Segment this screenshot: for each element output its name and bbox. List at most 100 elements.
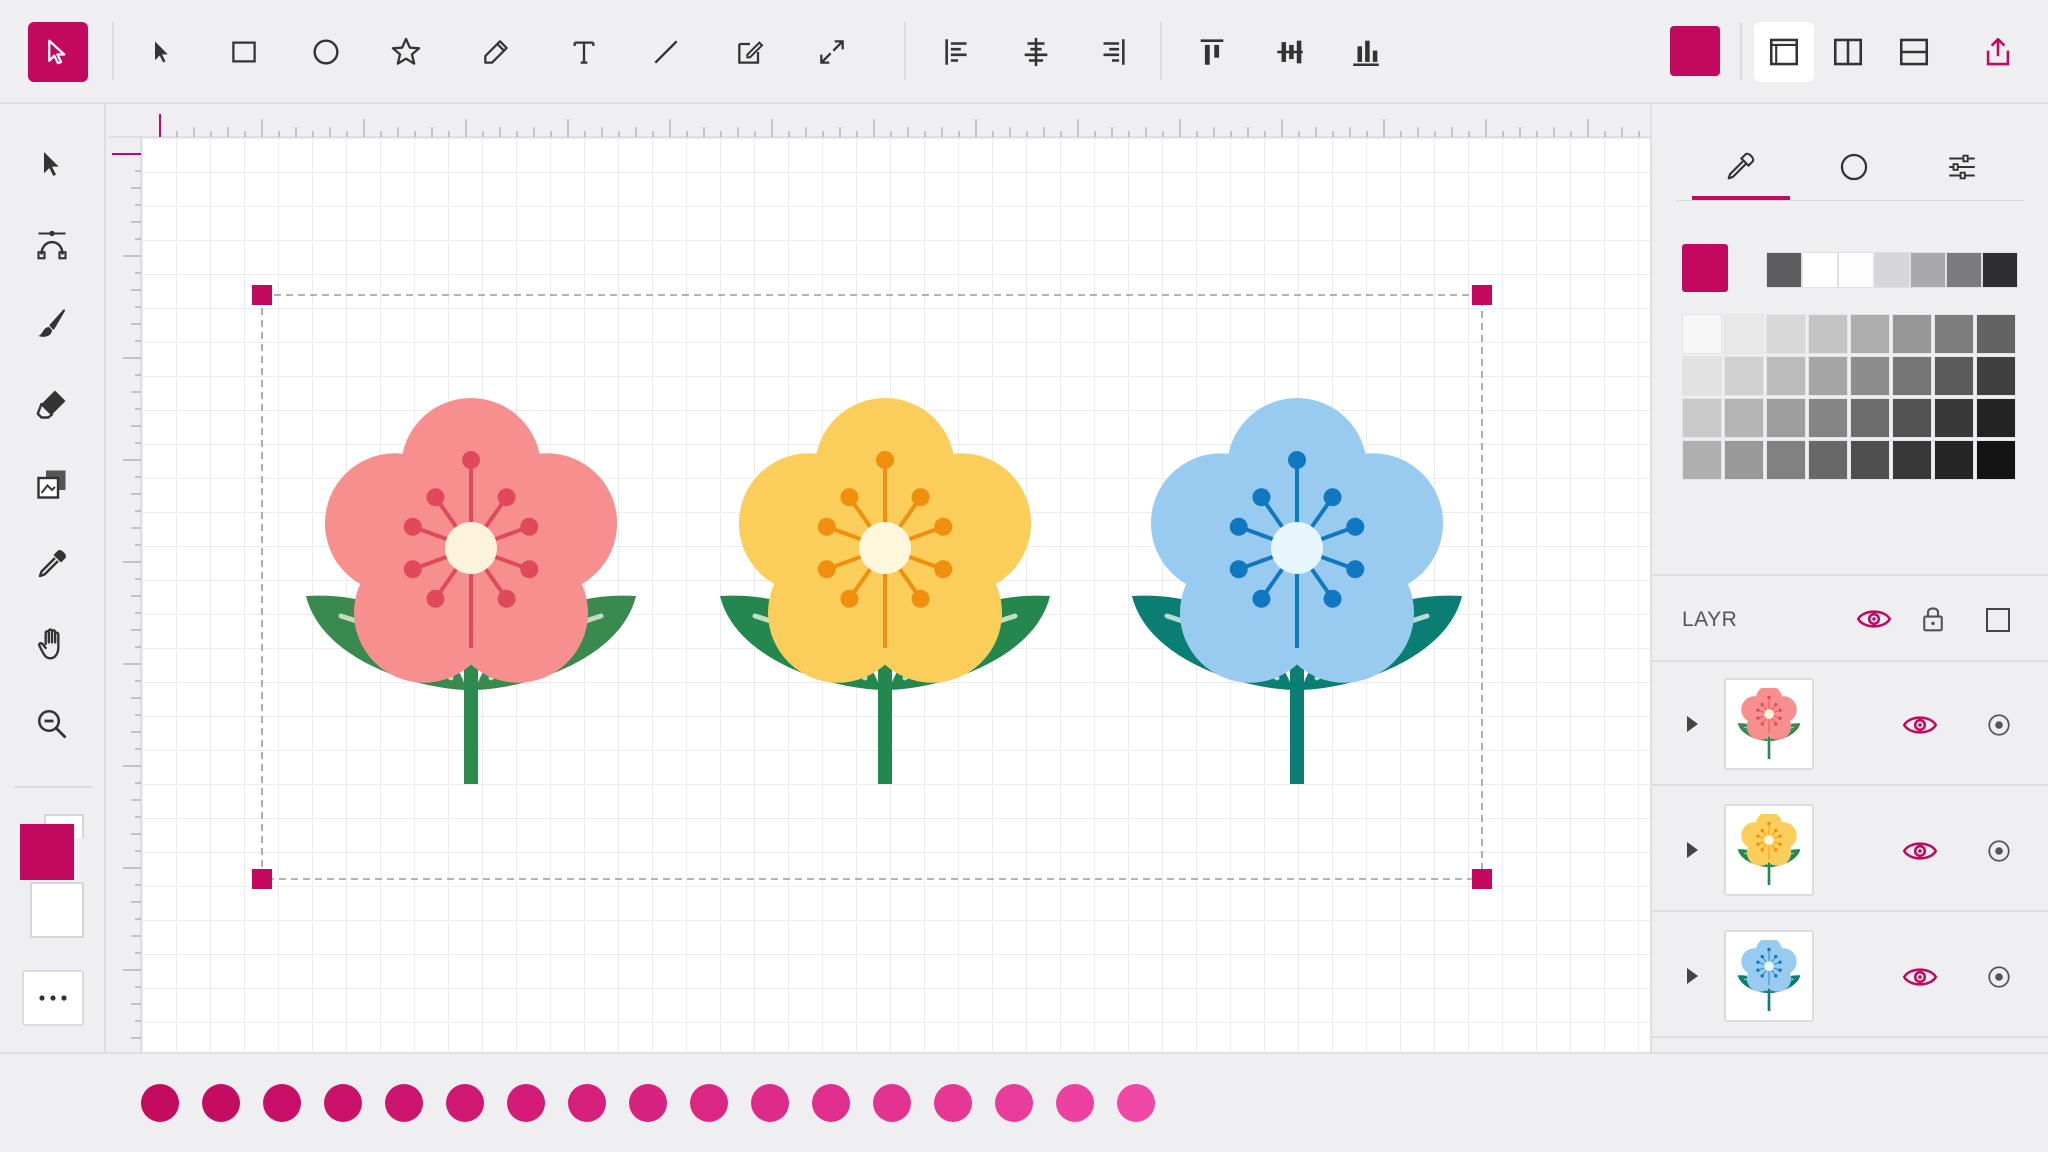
arrow-tool-button[interactable] [134, 24, 190, 80]
palette-color-dot[interactable] [1056, 1084, 1094, 1122]
grid-swatch[interactable] [1808, 398, 1848, 438]
canvas[interactable] [142, 138, 1650, 1052]
foreground-color-swatch[interactable] [20, 824, 74, 880]
grid-swatch[interactable] [1766, 440, 1806, 480]
star-tool-button[interactable] [378, 24, 434, 80]
left-zoom-tool[interactable] [20, 692, 84, 756]
more-tools-button[interactable] [22, 970, 84, 1026]
grid-swatch[interactable] [1892, 398, 1932, 438]
left-brush-tool[interactable] [20, 292, 84, 356]
grid-swatch[interactable] [1682, 356, 1722, 396]
selection-handle-top-left[interactable] [252, 285, 272, 305]
edit-shape-tool-button[interactable] [722, 24, 778, 80]
expand-layer-toggle[interactable] [1684, 714, 1700, 734]
selection-handle-bottom-left[interactable] [252, 869, 272, 889]
left-select-tool[interactable] [20, 132, 84, 196]
layers-lock-toggle[interactable] [1920, 604, 1946, 634]
grid-swatch[interactable] [1976, 440, 2016, 480]
grid-swatch[interactable] [1808, 356, 1848, 396]
tab-color-picker[interactable] [1692, 136, 1788, 198]
select-tool-button[interactable] [28, 22, 88, 82]
grid-swatch[interactable] [1850, 356, 1890, 396]
grid-swatch[interactable] [1724, 314, 1764, 354]
grid-swatch[interactable] [1850, 398, 1890, 438]
palette-color-dot[interactable] [934, 1084, 972, 1122]
pen-tool-button[interactable] [468, 24, 524, 80]
left-hand-tool[interactable] [20, 612, 84, 676]
grid-swatch[interactable] [1850, 314, 1890, 354]
layer-target-toggle[interactable] [1986, 964, 2012, 990]
blue-flower[interactable] [1132, 398, 1462, 784]
grid-swatch[interactable] [1892, 356, 1932, 396]
grid-swatch[interactable] [1808, 314, 1848, 354]
grid-swatch[interactable] [1934, 314, 1974, 354]
layer-target-toggle[interactable] [1986, 838, 2012, 864]
grid-swatch[interactable] [1766, 398, 1806, 438]
selection-handle-bottom-right[interactable] [1472, 869, 1492, 889]
yellow-flower[interactable] [720, 398, 1050, 784]
expand-layer-toggle[interactable] [1684, 966, 1700, 986]
quick-swatch[interactable] [1838, 252, 1874, 288]
align-center-button[interactable] [1008, 24, 1064, 80]
quick-swatch[interactable] [1910, 252, 1946, 288]
layout-split-horizontal-button[interactable] [1886, 24, 1942, 80]
grid-swatch[interactable] [1682, 440, 1722, 480]
align-right-button[interactable] [1084, 24, 1140, 80]
pink-flower[interactable] [306, 398, 636, 784]
align-bottom-button[interactable] [1338, 24, 1394, 80]
grid-swatch[interactable] [1892, 440, 1932, 480]
grid-swatch[interactable] [1724, 356, 1764, 396]
palette-color-dot[interactable] [690, 1084, 728, 1122]
grid-swatch[interactable] [1934, 356, 1974, 396]
ellipse-tool-button[interactable] [298, 24, 354, 80]
palette-color-dot[interactable] [202, 1084, 240, 1122]
quick-swatch[interactable] [1946, 252, 1982, 288]
palette-color-dot[interactable] [629, 1084, 667, 1122]
align-left-button[interactable] [930, 24, 986, 80]
layer-target-toggle[interactable] [1986, 712, 2012, 738]
selection-handle-top-right[interactable] [1472, 285, 1492, 305]
expand-layer-toggle[interactable] [1684, 840, 1700, 860]
grid-swatch[interactable] [1976, 356, 2016, 396]
blue-flower-layer[interactable] [1652, 914, 2048, 1038]
grid-swatch[interactable] [1682, 314, 1722, 354]
layer-visibility-toggle[interactable] [1902, 710, 1938, 740]
grid-swatch[interactable] [1682, 398, 1722, 438]
grid-swatch[interactable] [1976, 398, 2016, 438]
resize-tool-button[interactable] [804, 24, 860, 80]
grid-swatch[interactable] [1724, 398, 1764, 438]
layout-split-vertical-button[interactable] [1820, 24, 1876, 80]
palette-color-dot[interactable] [507, 1084, 545, 1122]
fill-color-button[interactable] [1670, 26, 1720, 76]
palette-color-dot[interactable] [995, 1084, 1033, 1122]
tab-adjustments[interactable] [1914, 136, 2010, 198]
line-tool-button[interactable] [638, 24, 694, 80]
grid-swatch[interactable] [1766, 356, 1806, 396]
palette-color-dot[interactable] [446, 1084, 484, 1122]
palette-color-dot[interactable] [1117, 1084, 1155, 1122]
palette-color-dot[interactable] [873, 1084, 911, 1122]
quick-swatch[interactable] [1802, 252, 1838, 288]
layout-single-button[interactable] [1754, 22, 1814, 82]
left-layers-tool[interactable] [20, 452, 84, 516]
palette-color-dot[interactable] [324, 1084, 362, 1122]
current-color-swatch[interactable] [1682, 244, 1728, 292]
quick-swatch[interactable] [1874, 252, 1910, 288]
align-top-button[interactable] [1184, 24, 1240, 80]
grid-swatch[interactable] [1934, 398, 1974, 438]
text-tool-button[interactable] [556, 24, 612, 80]
left-node-tool[interactable] [20, 212, 84, 276]
grid-swatch[interactable] [1766, 314, 1806, 354]
grid-swatch[interactable] [1724, 440, 1764, 480]
left-eyedropper-tool[interactable] [20, 532, 84, 596]
grid-swatch[interactable] [1808, 440, 1848, 480]
rectangle-tool-button[interactable] [216, 24, 272, 80]
tab-shapes[interactable] [1806, 136, 1902, 198]
palette-color-dot[interactable] [141, 1084, 179, 1122]
palette-color-dot[interactable] [812, 1084, 850, 1122]
palette-color-dot[interactable] [751, 1084, 789, 1122]
grid-swatch[interactable] [1850, 440, 1890, 480]
palette-color-dot[interactable] [263, 1084, 301, 1122]
layer-visibility-toggle[interactable] [1902, 962, 1938, 992]
quick-swatch[interactable] [1982, 252, 2018, 288]
